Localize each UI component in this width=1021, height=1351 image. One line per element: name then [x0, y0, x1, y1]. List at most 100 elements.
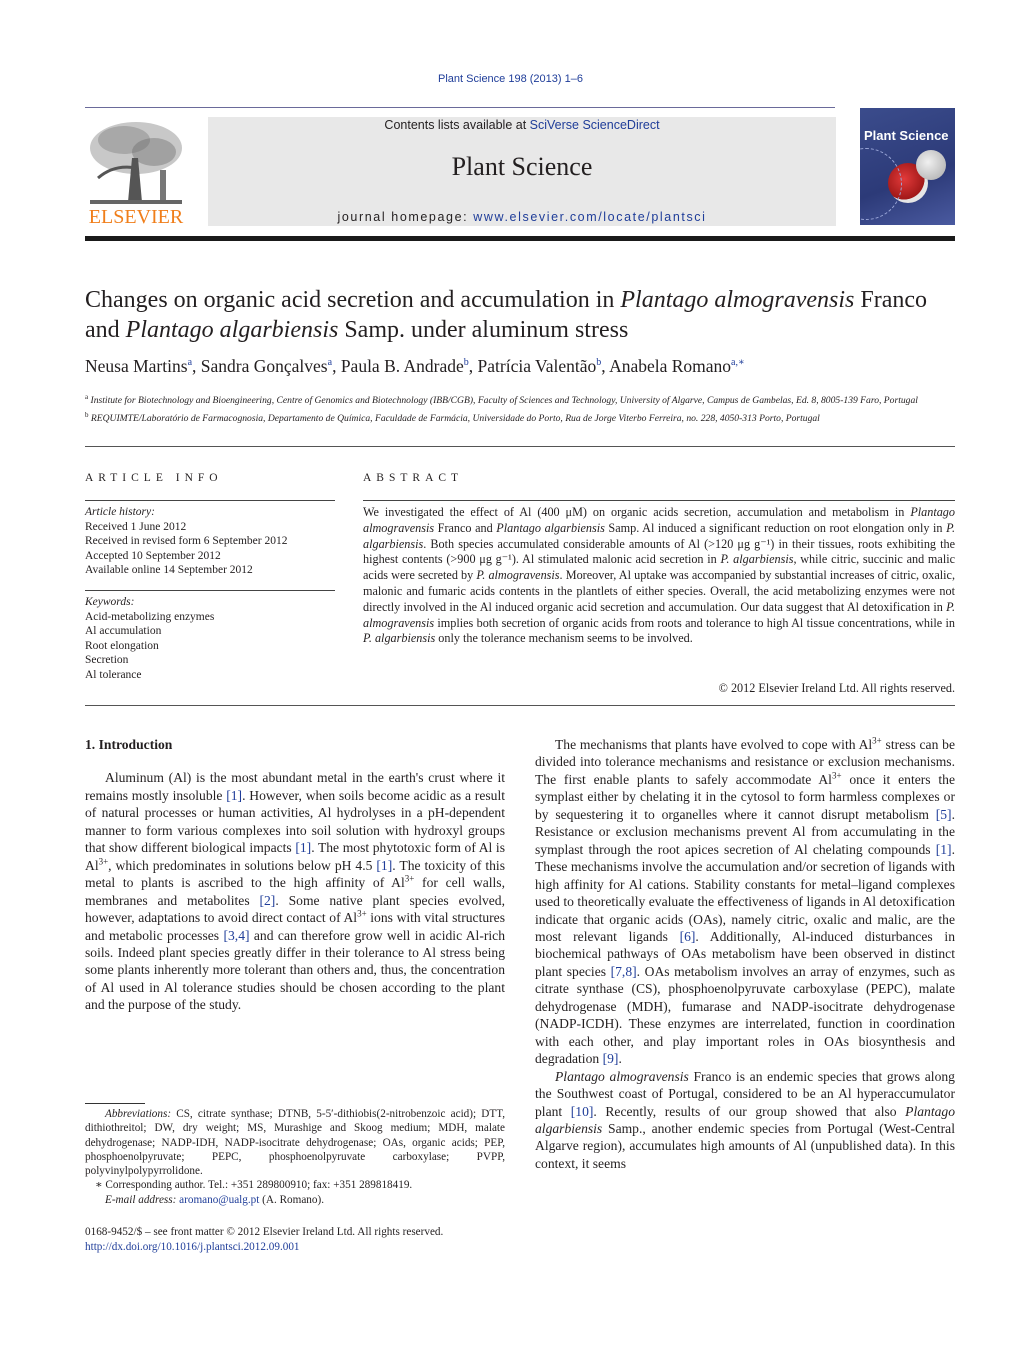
superscript: 3+: [831, 770, 842, 781]
keyword-item: Al tolerance: [85, 668, 142, 681]
header-thick-divider: [85, 236, 955, 241]
affiliation-label: b: [85, 411, 89, 420]
title-species-1: Plantago almogravensis: [620, 287, 855, 313]
citation-link[interactable]: [9]: [603, 1051, 619, 1066]
corresponding-author-footnote: ∗ Corresponding author. Tel.: +351 28980…: [95, 1179, 413, 1192]
affiliation-text: REQUIMTE/Laboratório de Farmacognosia, D…: [90, 413, 820, 425]
affiliation-a: a Institute for Biotechnology and Bioeng…: [85, 390, 965, 408]
citation-link[interactable]: [10]: [571, 1104, 594, 1119]
citation-link[interactable]: [6]: [680, 929, 696, 944]
author-affiliation-sup[interactable]: a,∗: [731, 357, 745, 368]
abstract-text: We investigated the effect of Al (400 μM…: [363, 505, 955, 647]
citation-link[interactable]: [3,4]: [223, 928, 249, 943]
italic-term: Plantago algarbiensis: [496, 520, 605, 535]
affiliation-label: a: [85, 393, 89, 401]
text-run: Franco and: [434, 520, 497, 535]
elsevier-wordmark: ELSEVIER: [88, 206, 184, 228]
keywords-label: Keywords:: [85, 596, 135, 608]
top-divider: [85, 107, 835, 108]
footnote-divider: [85, 1103, 145, 1104]
affiliation-text: Institute for Biotechnology and Bioengin…: [90, 395, 918, 407]
divider: [85, 500, 335, 501]
text-run: Samp. Al induced a significant reduction…: [604, 520, 947, 535]
footnotes: Abbreviations: CS, citrate synthase; DTN…: [85, 1107, 505, 1207]
journal-homepage-link[interactable]: www.elsevier.com/locate/plantsci: [473, 210, 706, 224]
email-link[interactable]: aromano@ualg.pt: [179, 1194, 259, 1206]
author[interactable]: Sandra Gonçalvesa: [201, 356, 332, 376]
history-item: Available online 14 September 2012: [85, 564, 253, 577]
title-species-2: Plantago algarbiensis: [125, 317, 339, 343]
journal-citation-link[interactable]: Plant Science 198 (2013) 1–6: [438, 73, 583, 85]
cover-gray-sphere: [916, 150, 946, 180]
text-run: implies both secretion of organic acids …: [434, 615, 955, 630]
author-name: Paula B. Andrade: [340, 356, 464, 376]
email-footnote: E-mail address: aromano@ualg.pt (A. Roma…: [85, 1193, 505, 1207]
text-run: We investigated the effect of Al (400 μM…: [363, 505, 911, 519]
author-name: Neusa Martins: [85, 356, 188, 376]
email-suffix: (A. Romano).: [259, 1193, 325, 1206]
body-paragraph: Aluminum (Al) is the most abundant metal…: [85, 769, 505, 1013]
homepage-line: journal homepage: www.elsevier.com/locat…: [208, 210, 836, 224]
section-title-introduction: 1. Introduction: [85, 737, 173, 752]
author[interactable]: Neusa Martinsa: [85, 356, 192, 376]
superscript: 3+: [357, 908, 367, 919]
divider: [85, 705, 955, 706]
journal-name: Plant Science: [451, 152, 593, 181]
citation-link[interactable]: [1]: [226, 788, 242, 803]
cover-title: Plant Science: [864, 128, 949, 143]
running-head: Plant Science 198 (2013) 1–6: [0, 73, 1021, 85]
abbreviations-footnote: Abbreviations: CS, citrate synthase; DTN…: [85, 1107, 505, 1178]
text-run: . OAs metabolism involves an array of en…: [535, 963, 956, 1067]
sciencedirect-link[interactable]: SciVerse ScienceDirect: [530, 118, 660, 132]
text-run: , which predominates in solutions below …: [108, 857, 377, 873]
doi-link[interactable]: http://dx.doi.org/10.1016/j.plantsci.201…: [85, 1241, 300, 1253]
author-affiliation-sup[interactable]: a: [188, 357, 192, 368]
author-name: Patrícia Valentão: [477, 356, 597, 376]
keyword-item: Root elongation: [85, 639, 159, 652]
citation-link[interactable]: [7,8]: [611, 964, 637, 979]
elsevier-logo[interactable]: ELSEVIER: [84, 118, 188, 230]
author[interactable]: Patrícia Valentãob: [478, 356, 602, 376]
citation-link[interactable]: [5]: [936, 807, 952, 822]
author-name: Anabela Romano: [609, 356, 732, 376]
front-matter: 0168-9452/$ – see front matter © 2012 El…: [85, 1225, 505, 1255]
superscript: 3+: [404, 873, 415, 884]
author-affiliation-sup[interactable]: a: [328, 357, 332, 368]
citation-link[interactable]: [1]: [376, 858, 392, 873]
keyword-item: Secretion: [85, 654, 129, 667]
history-label: Article history:: [85, 506, 155, 518]
history-item: Accepted 10 September 2012: [85, 549, 221, 562]
citation-link[interactable]: [1]: [936, 842, 952, 857]
citation-link[interactable]: [2]: [259, 893, 275, 908]
body-paragraph: Plantago almogravensis Franco is an ende…: [535, 1068, 955, 1173]
homepage-prefix: journal homepage:: [337, 210, 474, 224]
divider: [85, 590, 335, 591]
author-affiliation-sup[interactable]: b: [464, 357, 469, 368]
body-paragraph: The mechanisms that plants have evolved …: [535, 736, 955, 1068]
text-run: . Recently, results of our group showed …: [593, 1103, 906, 1119]
contents-prefix: Contents lists available at: [384, 118, 530, 132]
abbreviations-label: Abbreviations:: [105, 1108, 172, 1120]
affiliation-b: b REQUIMTE/Laboratório de Farmacognosia,…: [85, 408, 965, 426]
article-title: Changes on organic acid secretion and ac…: [85, 285, 965, 345]
abstract-heading: ABSTRACT: [363, 472, 464, 484]
author[interactable]: Paula B. Andradeb: [341, 356, 469, 376]
keyword-item: Al accumulation: [85, 625, 162, 638]
history-item: Received in revised form 6 September 201…: [85, 535, 288, 548]
italic-term: P. almogravensis: [476, 568, 560, 583]
author-list: Neusa Martinsa, Sandra Gonçalvesa, Paula…: [85, 356, 745, 376]
email-label: E-mail address:: [105, 1193, 177, 1206]
text-run: The mechanisms that plants have evolved …: [555, 737, 873, 752]
journal-cover-image[interactable]: Plant Science: [860, 108, 955, 225]
divider: [85, 446, 955, 447]
italic-term: P. algarbiensis: [720, 552, 794, 567]
author-affiliation-sup[interactable]: b: [596, 357, 601, 368]
body-column-left: 1. Introduction Aluminum (Al) is the mos…: [85, 736, 505, 1014]
history-item: Received 1 June 2012: [85, 520, 187, 533]
article-history: Article history: Received 1 June 2012 Re…: [85, 505, 345, 578]
citation-link[interactable]: [1]: [295, 840, 311, 855]
author[interactable]: Anabela Romanoa,∗: [609, 356, 745, 376]
abstract-copyright: © 2012 Elsevier Ireland Ltd. All rights …: [718, 681, 955, 695]
contents-line: Contents lists available at SciVerse Sci…: [208, 118, 836, 132]
title-text: Changes on organic acid secretion and ac…: [85, 287, 621, 313]
